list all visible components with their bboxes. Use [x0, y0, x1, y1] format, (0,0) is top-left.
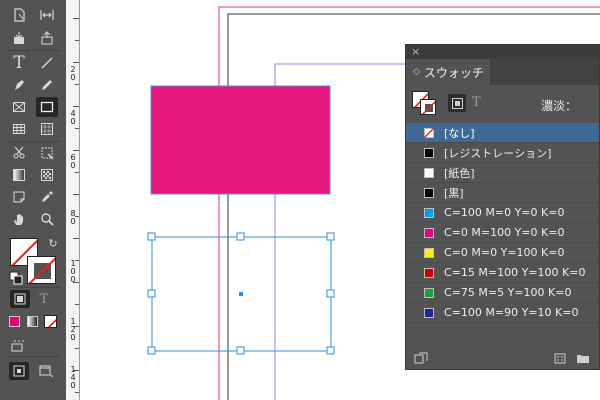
- ruler-label: 60: [70, 153, 76, 170]
- screen-mode-menu-icon[interactable]: [36, 362, 56, 380]
- magenta-rectangle: [150, 85, 331, 195]
- content-placer-icon[interactable]: [36, 28, 58, 48]
- swatch-row[interactable]: C=0 M=0 Y=100 K=0: [406, 243, 599, 263]
- panel-container-icon[interactable]: [448, 94, 466, 112]
- swatch-chip: [424, 307, 434, 318]
- normal-screen-mode-icon[interactable]: [9, 362, 29, 380]
- panel-title-bar[interactable]: ×: [406, 45, 599, 59]
- swatch-chip: [424, 167, 434, 178]
- panel-tab-row: ◇ スウォッチ: [406, 59, 599, 85]
- formatting-affects-container-icon[interactable]: [10, 290, 30, 308]
- note-tool-icon[interactable]: [8, 187, 30, 207]
- pencil-tool-icon[interactable]: [36, 75, 58, 95]
- tab-swatches-label: スウォッチ: [423, 65, 484, 80]
- swatch-row[interactable]: C=0 M=100 Y=0 K=0: [406, 223, 599, 243]
- swatch-label: C=100 M=90 Y=10 K=0: [444, 306, 579, 319]
- stroke-swatch-icon[interactable]: [27, 256, 56, 284]
- ruler-label: 120: [70, 317, 76, 342]
- table-tool-icon[interactable]: [8, 119, 30, 139]
- swatch-chip: [424, 227, 434, 238]
- gradient-feather-tool-icon[interactable]: [36, 165, 58, 185]
- apply-color-icon[interactable]: [9, 316, 20, 327]
- swatch-label: C=100 M=0 Y=0 K=0: [444, 206, 565, 219]
- swatch-row[interactable]: [レジストレーション]: [406, 143, 599, 163]
- eyedropper-tool-icon[interactable]: [36, 187, 58, 207]
- zoom-tool-icon[interactable]: [36, 209, 58, 229]
- swatch-list: [なし] [レジストレーション] [紙色] [黒] C=100 M=0 Y=0 K=0 C…: [406, 123, 599, 323]
- tools-panel: T ↻ T: [0, 0, 66, 400]
- panel-fill-stroke-icon[interactable]: [412, 91, 436, 115]
- ruler-label: 40: [70, 109, 76, 126]
- new-folder-icon[interactable]: [576, 352, 590, 364]
- rectangle-frame-tool-icon[interactable]: [8, 97, 30, 117]
- swatch-chip: [424, 267, 434, 278]
- tab-swatches[interactable]: ◇ スウォッチ: [406, 59, 490, 85]
- swatch-label: [なし]: [444, 126, 475, 140]
- tint-label: 濃淡：: [541, 99, 578, 113]
- swatches-panel: × ◇ スウォッチ T 濃淡： [なし] [レジストレーション] [紙色] [黒] C=…: [405, 44, 600, 370]
- new-color-group-icon[interactable]: [554, 352, 568, 364]
- swatch-label: C=75 M=5 Y=100 K=0: [444, 286, 572, 299]
- swatch-row[interactable]: C=100 M=90 Y=10 K=0: [406, 303, 599, 323]
- gradient-swatch-tool-icon[interactable]: [8, 165, 30, 185]
- ruler-label: 140: [70, 365, 76, 390]
- type-tool-icon[interactable]: T: [8, 53, 30, 73]
- ruler-label: 100: [70, 259, 76, 284]
- swatch-row[interactable]: [なし]: [406, 123, 599, 143]
- swatch-chip: [424, 127, 434, 138]
- line-tool-icon[interactable]: [36, 53, 58, 73]
- swatch-row[interactable]: C=15 M=100 Y=100 K=0: [406, 263, 599, 283]
- swatch-row[interactable]: C=75 M=5 Y=100 K=0: [406, 283, 599, 303]
- swatch-row[interactable]: [紙色]: [406, 163, 599, 183]
- frame-grid-tool-icon[interactable]: [36, 119, 58, 139]
- formatting-affects-text-icon[interactable]: T: [34, 290, 54, 308]
- apply-gradient-icon[interactable]: [27, 316, 38, 327]
- show-swatch-kinds-icon[interactable]: [414, 352, 428, 364]
- vertical-ruler[interactable]: 20 40 60 80 100 120 140: [66, 0, 80, 400]
- content-collector-icon[interactable]: [8, 28, 30, 48]
- swatch-chip: [424, 207, 434, 218]
- selected-rectangle-frame: [147, 232, 335, 355]
- apply-none-icon[interactable]: [44, 315, 57, 328]
- swatch-label: C=15 M=100 Y=100 K=0: [444, 266, 586, 279]
- panel-controls: T 濃淡：: [406, 85, 599, 123]
- swatch-chip: [424, 287, 434, 298]
- swatch-label: [紙色]: [444, 166, 475, 180]
- hand-tool-icon[interactable]: [8, 209, 30, 229]
- swatch-label: C=0 M=100 Y=0 K=0: [444, 226, 565, 239]
- swap-fill-stroke-icon[interactable]: ↻: [46, 236, 60, 250]
- swatch-row[interactable]: C=100 M=0 Y=0 K=0: [406, 203, 599, 223]
- free-transform-tool-icon[interactable]: [36, 143, 58, 163]
- swatch-chip: [424, 247, 434, 258]
- default-fill-stroke-icon[interactable]: [9, 270, 23, 285]
- panel-footer: [406, 347, 599, 369]
- ruler-label: 80: [70, 209, 76, 226]
- view-mode-icon[interactable]: [8, 338, 28, 354]
- page-tool-icon[interactable]: [8, 5, 30, 25]
- ruler-label: 20: [70, 65, 76, 82]
- swatch-label: C=0 M=0 Y=100 K=0: [444, 246, 565, 259]
- swatch-label: [黒]: [444, 186, 464, 200]
- gap-tool-icon[interactable]: [36, 5, 58, 25]
- swatch-chip: [424, 187, 434, 198]
- rectangle-tool-icon[interactable]: [36, 97, 58, 117]
- expand-arrows-icon[interactable]: ◇: [413, 67, 420, 77]
- panel-text-icon[interactable]: T: [472, 95, 481, 110]
- close-icon[interactable]: ×: [411, 45, 420, 59]
- pen-tool-icon[interactable]: [8, 75, 30, 95]
- swatch-chip: [424, 147, 434, 158]
- scissors-tool-icon[interactable]: [8, 143, 30, 163]
- swatch-row[interactable]: [黒]: [406, 183, 599, 203]
- swatch-label: [レジストレーション]: [444, 146, 552, 160]
